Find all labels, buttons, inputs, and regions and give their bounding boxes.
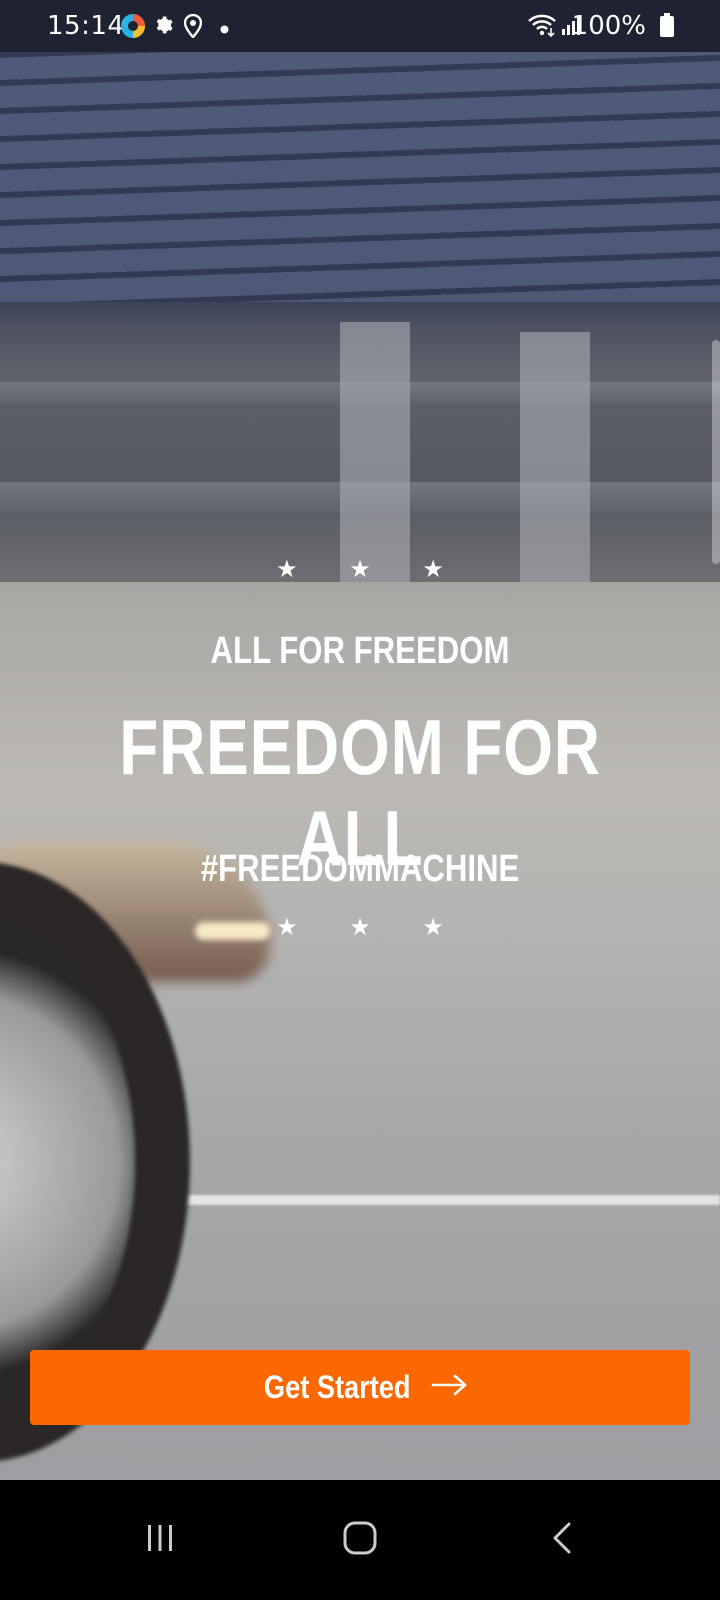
recent-apps-button[interactable] <box>130 1510 190 1570</box>
get-started-button[interactable]: Get Started <box>30 1350 690 1425</box>
background-post <box>340 322 410 582</box>
stars-decoration-bottom: ★ ★ ★ <box>276 913 466 941</box>
back-chevron-icon <box>550 1521 574 1560</box>
settings-gear-icon <box>152 14 174 41</box>
home-button[interactable] <box>330 1510 390 1570</box>
status-bar: 15:14 100% <box>0 0 720 52</box>
hero-background-image: ★ ★ ★ ALL FOR FREEDOM FREEDOM FOR ALL #F… <box>0 52 720 1509</box>
scroll-indicator[interactable] <box>712 340 720 564</box>
battery-percent: 100% <box>571 11 646 41</box>
arrow-right-icon <box>431 1373 469 1402</box>
battery-icon <box>660 13 674 42</box>
location-pin-icon <box>183 13 203 43</box>
background-building-stripes <box>0 52 720 302</box>
wifi-icon <box>527 12 557 43</box>
stars-decoration-top: ★ ★ ★ <box>276 555 466 583</box>
system-nav-bar <box>0 1480 720 1600</box>
back-button[interactable] <box>532 1510 592 1570</box>
road-lane-line <box>170 1195 720 1205</box>
background-post <box>520 332 590 582</box>
recent-apps-icon <box>144 1522 176 1559</box>
status-time: 15:14 <box>47 11 125 41</box>
get-started-label: Get Started <box>263 1369 411 1405</box>
home-icon <box>342 1520 378 1561</box>
dot-icon <box>220 21 229 39</box>
hero-hashtag: #FREEDOMMACHINE <box>200 848 520 890</box>
hero-subtitle: ALL FOR FREEDOM <box>210 630 510 672</box>
app-notification-icon <box>120 13 146 44</box>
